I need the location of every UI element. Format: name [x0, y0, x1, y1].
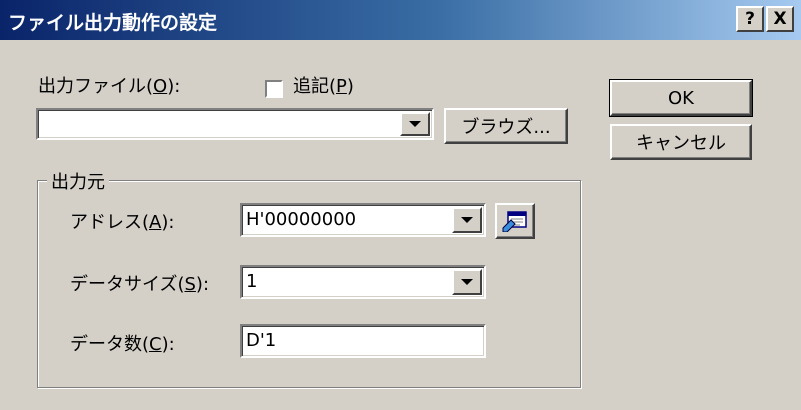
address-picker-button[interactable] [495, 203, 535, 239]
source-group-legend: 出力元 [47, 168, 109, 194]
data-size-value: 1 [246, 271, 258, 292]
address-value: H'00000000 [246, 209, 357, 230]
output-file-combobox[interactable] [36, 108, 434, 140]
data-count-input[interactable]: D'1 [240, 324, 486, 358]
ok-button[interactable]: OK [609, 79, 753, 117]
address-picker-icon [502, 211, 527, 232]
data-size-combobox[interactable]: 1 [240, 265, 486, 299]
chevron-down-icon [409, 121, 421, 127]
output-file-label: 出力ファイル(O): [38, 76, 181, 97]
close-icon: X [773, 8, 787, 29]
data-size-label: データサイズ(S): [70, 274, 210, 295]
close-button[interactable]: X [766, 6, 794, 32]
address-label: アドレス(A): [70, 212, 175, 233]
output-file-dropdown-button[interactable] [400, 112, 430, 136]
address-combobox[interactable]: H'00000000 [240, 203, 486, 237]
address-dropdown-button[interactable] [452, 207, 482, 233]
help-button[interactable]: ? [736, 6, 764, 32]
data-count-value: D'1 [246, 330, 277, 351]
cancel-button[interactable]: キャンセル [610, 124, 752, 160]
append-checkbox[interactable] [265, 80, 283, 98]
help-icon: ? [745, 8, 755, 29]
browse-button[interactable]: ブラウズ... [444, 108, 568, 144]
append-label[interactable]: 追記(P) [293, 72, 354, 98]
file-output-settings-dialog: ファイル出力動作の設定 ? X 出力ファイル(O): 追記(P) ブラウズ...… [0, 0, 801, 410]
chevron-down-icon [461, 217, 473, 223]
title-bar[interactable]: ファイル出力動作の設定 ? X [0, 0, 801, 40]
window-title: ファイル出力動作の設定 [8, 12, 218, 34]
data-size-dropdown-button[interactable] [452, 269, 482, 295]
chevron-down-icon [461, 279, 473, 285]
data-count-label: データ数(C): [70, 334, 175, 355]
